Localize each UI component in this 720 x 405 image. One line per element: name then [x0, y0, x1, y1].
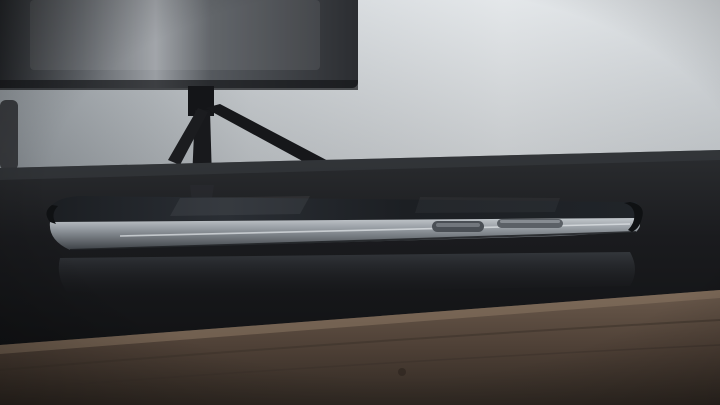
photo-scene [0, 0, 720, 405]
photo-illustration [0, 0, 720, 405]
